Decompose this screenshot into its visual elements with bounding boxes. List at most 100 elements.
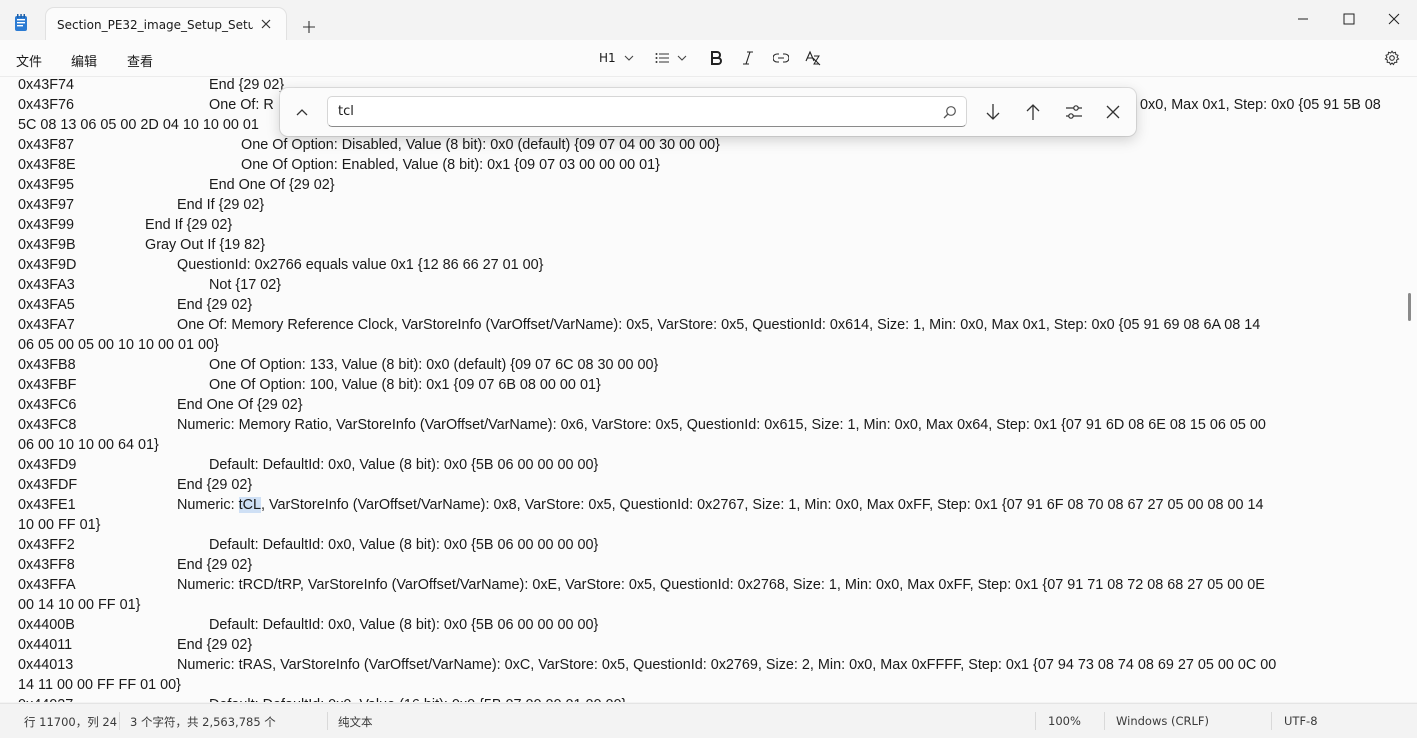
line-address: 0x4400B (18, 617, 75, 633)
line-address: 0x43FC8 (18, 417, 77, 433)
line-address: 0x43F9B (18, 237, 76, 253)
line-address: 0x43F97 (18, 197, 75, 213)
chevron-up-icon[interactable] (292, 102, 312, 122)
text-line: 0x43FA5 End {29 02} (18, 295, 1398, 315)
text-line: 0x43FA7 One Of: Memory Reference Clock, V… (18, 315, 1398, 335)
line-address: 0x44013 (18, 657, 74, 673)
arrow-up-icon[interactable] (1023, 102, 1043, 122)
line-content: One Of: Memory Reference Clock, VarStore… (177, 317, 1261, 333)
text-line: 0x43F95 End One Of {29 02} (18, 175, 1398, 195)
search-icon[interactable] (940, 102, 960, 122)
list-dropdown[interactable] (655, 48, 687, 68)
line-tail: 0x0, Max 0x1, Step: 0x0 {05 91 5B 08 (1140, 97, 1381, 113)
text-line: 0x43FD9 Default: DefaultId: 0x0, Value (8… (18, 455, 1398, 475)
italic-icon (743, 51, 753, 65)
status-divider (1271, 712, 1272, 730)
line-content: Numeric: tRCD/tRP, VarStoreInfo (VarOffs… (177, 577, 1265, 593)
text-line: 0x43FF8 End {29 02} (18, 555, 1398, 575)
text-line: 00 14 10 00 FF 01} (18, 595, 1398, 615)
line-content: End {29 02} (177, 297, 253, 313)
line-address: 0x43F95 (18, 177, 75, 193)
maximize-button[interactable] (1326, 4, 1372, 34)
line-text: Numeric: (177, 497, 239, 513)
zoom-level[interactable]: 100% (1048, 714, 1081, 728)
line-address: 0x44011 (18, 637, 73, 653)
line-content: End {29 02} (177, 637, 253, 653)
close-icon[interactable] (1103, 102, 1123, 122)
line-address: 0x43F8E (18, 157, 76, 173)
link-button[interactable] (773, 48, 789, 68)
line-content: Default: DefaultId: 0x0, Value (16 bit):… (209, 695, 626, 702)
menu-view[interactable]: 查看 (127, 51, 153, 70)
text-line: 0x4400B Default: DefaultId: 0x0, Value (8… (18, 615, 1398, 635)
close-icon[interactable] (258, 16, 274, 32)
scrollbar-thumb[interactable] (1408, 293, 1411, 321)
text-line: 0x43F99 End If {29 02} (18, 215, 1398, 235)
tab-document[interactable]: Section_PE32_image_Setup_Setup I (46, 8, 286, 41)
text-line: 10 00 FF 01} (18, 515, 1398, 535)
text-line: 0x43FB8 One Of Option: 133, Value (8 bit)… (18, 355, 1398, 375)
text-line: 0x44013 Numeric: tRAS, VarStoreInfo (VarO… (18, 655, 1398, 675)
heading-label: H1 (599, 51, 616, 65)
line-address: 0x43FA7 (18, 317, 75, 333)
plus-icon[interactable] (298, 16, 320, 38)
minimize-button[interactable] (1280, 4, 1326, 34)
status-divider (327, 712, 328, 730)
find-panel: tcl (280, 88, 1136, 136)
line-content: Numeric: Memory Ratio, VarStoreInfo (Var… (177, 417, 1266, 433)
clear-formatting-button[interactable] (805, 48, 821, 68)
line-content: End {29 02} (177, 557, 253, 573)
line-content: One Of Option: Enabled, Value (8 bit): 0… (241, 157, 660, 173)
text-line: 0x43FBF One Of Option: 100, Value (8 bit)… (18, 375, 1398, 395)
menu-bar: 文件 编辑 查看 H1 (0, 40, 1417, 77)
line-content: 5C 08 13 06 05 00 2D 04 10 10 00 01 (18, 117, 259, 133)
text-line: 0x43FC8 Numeric: Memory Ratio, VarStoreIn… (18, 415, 1398, 435)
minimize-icon (1298, 18, 1308, 20)
text-editor[interactable]: 0x43F74 End {29 02} 0x43F76 One Of: R 0x0, M… (0, 77, 1406, 702)
text-line: 0x43F9D QuestionId: 0x2766 equals value 0… (18, 255, 1398, 275)
arrow-down-icon[interactable] (983, 102, 1003, 122)
find-input[interactable]: tcl (327, 96, 967, 127)
filter-options-icon[interactable] (1064, 102, 1084, 122)
bold-button[interactable] (710, 48, 722, 68)
line-content: 00 14 10 00 FF 01} (18, 597, 141, 613)
settings-button[interactable] (1384, 48, 1400, 68)
text-line: 0x43F87 One Of Option: Disabled, Value (8… (18, 135, 1398, 155)
line-content: Default: DefaultId: 0x0, Value (8 bit): … (209, 617, 599, 633)
italic-button[interactable] (742, 48, 754, 68)
line-address: 0x44027 (18, 695, 73, 702)
text-line: 0x43F9B Gray Out If {19 82} (18, 235, 1398, 255)
encoding[interactable]: UTF-8 (1284, 714, 1318, 728)
link-icon (773, 53, 789, 63)
line-address: 0x43FB8 (18, 357, 76, 373)
heading-dropdown[interactable]: H1 (599, 48, 634, 68)
line-content: End {29 02} (177, 477, 253, 493)
line-address: 0x43F99 (18, 217, 75, 233)
tab-title: Section_PE32_image_Setup_Setup I (57, 18, 253, 32)
line-ending[interactable]: Windows (CRLF) (1116, 714, 1209, 728)
status-divider (119, 712, 120, 730)
line-content: Numeric: tCL, VarStoreInfo (VarOffset/Va… (177, 495, 1264, 515)
text-line: 0x43FC6 End One Of {29 02} (18, 395, 1398, 415)
menu-file[interactable]: 文件 (16, 51, 42, 70)
text-line: 0x43FE1 Numeric: tCL, VarStoreInfo (VarOf… (18, 495, 1398, 515)
text-line: 06 00 10 10 00 64 01} (18, 435, 1398, 455)
menu-edit[interactable]: 编辑 (71, 51, 97, 70)
list-icon (655, 53, 669, 63)
line-address: 0x43F87 (18, 137, 75, 153)
chevron-down-icon (624, 55, 634, 61)
text-format[interactable]: 纯文本 (338, 714, 373, 730)
line-content: Default: DefaultId: 0x0, Value (8 bit): … (209, 537, 599, 553)
line-address: 0x43F9D (18, 257, 77, 273)
close-window-button[interactable] (1371, 4, 1417, 34)
vertical-scrollbar[interactable] (1406, 77, 1417, 702)
line-content: Default: DefaultId: 0x0, Value (8 bit): … (209, 457, 599, 473)
notepad-icon (15, 14, 27, 31)
line-content: End One Of {29 02} (177, 397, 303, 413)
line-content: QuestionId: 0x2766 equals value 0x1 {12 … (177, 257, 544, 273)
text-line: 0x43F97 End If {29 02} (18, 195, 1398, 215)
line-address: 0x43FDF (18, 477, 78, 493)
line-address: 0x43FD9 (18, 457, 77, 473)
line-address: 0x43FA5 (18, 297, 75, 313)
line-address: 0x43FA3 (18, 277, 75, 293)
